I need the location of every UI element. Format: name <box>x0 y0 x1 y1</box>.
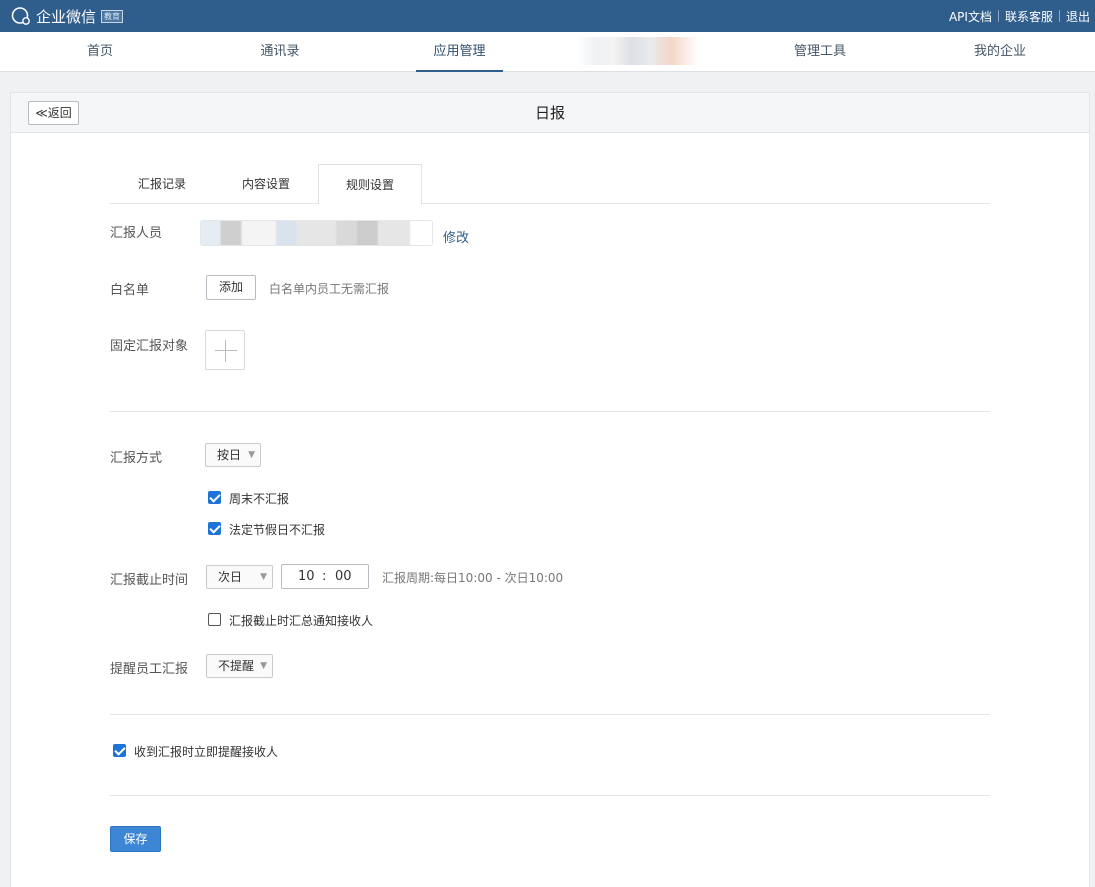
remind-select[interactable]: 不提醒 ▼ <box>206 654 273 678</box>
divider <box>997 10 999 22</box>
tab-bar: 汇报记录 内容设置 规则设置 <box>110 164 990 205</box>
api-docs-link[interactable]: API文档 <box>949 8 992 25</box>
deadline-minute[interactable]: 00 <box>335 565 352 588</box>
edition-badge: 教育 <box>101 9 124 23</box>
weekend-checkbox[interactable] <box>208 491 221 504</box>
nav-home[interactable]: 首页 <box>60 32 140 72</box>
edit-reporters-link[interactable]: 修改 <box>443 227 469 246</box>
deadline-summary-label: 汇报截止时汇总通知接收人 <box>229 614 374 628</box>
logo-text: 企业微信 <box>36 7 97 26</box>
divider <box>110 714 990 715</box>
notify-receivers-label: 收到汇报时立即提醒接收人 <box>134 745 279 759</box>
caret-down-icon: ▼ <box>260 572 267 582</box>
nav-app-management[interactable]: 应用管理 <box>416 32 503 72</box>
divider <box>110 795 990 796</box>
divider <box>110 411 990 412</box>
nav-my-company[interactable]: 我的企业 <box>960 32 1040 72</box>
top-links: API文档 联系客服 退出 <box>949 0 1090 32</box>
tab-content-settings[interactable]: 内容设置 <box>214 164 318 204</box>
whitelist-hint: 白名单内员工无需汇报 <box>269 282 390 296</box>
logout-link[interactable]: 退出 <box>1066 8 1090 25</box>
deadline-period-hint: 汇报周期:每日10:00 - 次日10:00 <box>382 571 564 585</box>
weekend-label: 周末不汇报 <box>229 492 290 506</box>
main-nav: 首页 通讯录 应用管理 管理工具 我的企业 <box>0 32 1095 72</box>
whitelist-add-button[interactable]: 添加 <box>206 275 256 300</box>
tab-report-records[interactable]: 汇报记录 <box>110 164 214 204</box>
remind-select-value: 不提醒 <box>218 659 255 673</box>
divider <box>1058 10 1060 22</box>
top-bar: 企业微信 教育 API文档 联系客服 退出 <box>0 0 1095 32</box>
reporters-field[interactable] <box>200 220 433 246</box>
mode-select-value: 按日 <box>217 448 242 462</box>
mode-label: 汇报方式 <box>110 451 163 466</box>
deadline-summary-checkbox[interactable] <box>208 613 221 626</box>
save-button[interactable]: 保存 <box>110 826 161 852</box>
target-label: 固定汇报对象 <box>110 339 189 354</box>
deadline-hour[interactable]: 10 <box>298 565 315 588</box>
holiday-label: 法定节假日不汇报 <box>229 523 326 537</box>
deadline-time-input[interactable]: 10 : 00 <box>281 564 369 589</box>
caret-down-icon: ▼ <box>260 661 267 671</box>
nav-admin-tools[interactable]: 管理工具 <box>780 32 860 72</box>
reporters-label: 汇报人员 <box>110 226 163 241</box>
blurred-nav-item <box>578 37 698 65</box>
deadline-day-select[interactable]: 次日 ▼ <box>206 565 273 589</box>
remind-label: 提醒员工汇报 <box>110 662 189 677</box>
content-panel: 日报 ≪返回 汇报记录 内容设置 规则设置 汇报人员 修改 白名单 添加 白名单… <box>10 92 1090 887</box>
chat-bubble-icon <box>11 7 30 25</box>
tab-rule-settings[interactable]: 规则设置 <box>318 164 422 205</box>
logo[interactable]: 企业微信 教育 <box>10 6 124 26</box>
holiday-checkbox[interactable] <box>208 522 221 535</box>
deadline-label: 汇报截止时间 <box>110 573 189 588</box>
whitelist-label: 白名单 <box>110 283 150 298</box>
nav-contacts[interactable]: 通讯录 <box>240 32 320 72</box>
time-separator: : <box>322 569 327 584</box>
panel-header: 日报 ≪返回 <box>11 93 1089 133</box>
add-target-button[interactable] <box>205 330 245 370</box>
notify-receivers-checkbox[interactable] <box>113 744 126 757</box>
deadline-day-value: 次日 <box>218 570 243 584</box>
page-title: 日报 <box>534 104 565 122</box>
caret-down-icon: ▼ <box>248 450 255 460</box>
back-button[interactable]: ≪返回 <box>28 101 79 125</box>
contact-support-link[interactable]: 联系客服 <box>1005 8 1053 25</box>
mode-select[interactable]: 按日 ▼ <box>205 443 261 467</box>
